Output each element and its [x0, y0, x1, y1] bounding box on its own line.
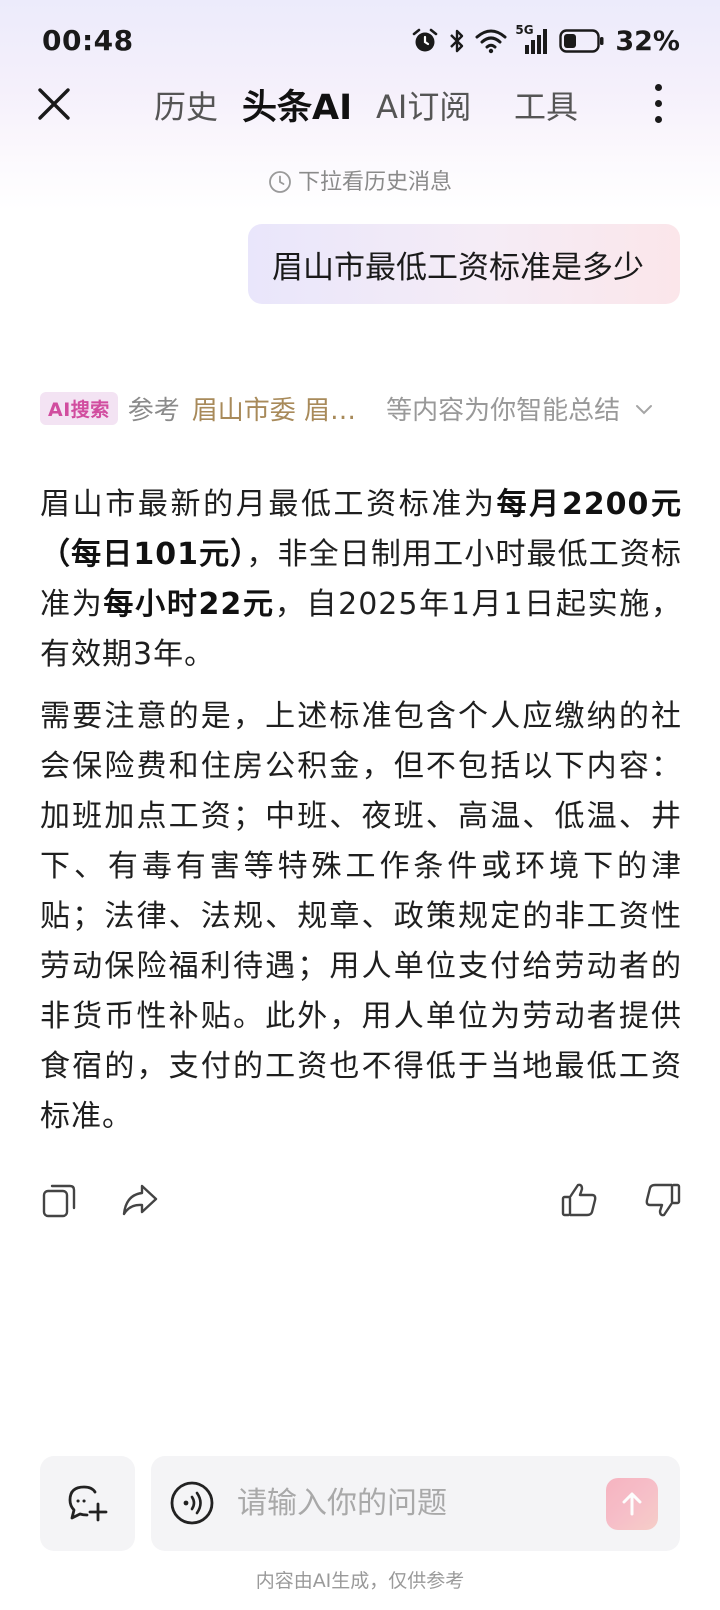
arrow-up-icon: [622, 1492, 642, 1516]
share-icon: [122, 1184, 158, 1216]
close-icon: [38, 88, 70, 120]
copy-button[interactable]: [40, 1180, 80, 1220]
close-button[interactable]: [34, 84, 74, 124]
voice-input-button[interactable]: [169, 1480, 215, 1526]
new-chat-button[interactable]: [40, 1456, 135, 1551]
share-button[interactable]: [120, 1180, 160, 1220]
source-ref-label: 参考: [127, 395, 180, 426]
more-vertical-icon: [648, 84, 668, 123]
answer-actions: [40, 1180, 682, 1224]
ai-search-badge: AI搜索: [40, 391, 118, 425]
dislike-button[interactable]: [642, 1180, 682, 1220]
question-input-box: [151, 1456, 680, 1551]
voice-icon: [170, 1481, 214, 1525]
clock-icon: [268, 170, 292, 200]
source-tail: 等内容为你智能总结: [386, 395, 621, 426]
battery-level: 32%: [615, 25, 680, 57]
send-button[interactable]: [606, 1478, 658, 1530]
more-menu-button[interactable]: [648, 80, 668, 128]
source-names: 眉山市委 眉…: [191, 395, 357, 426]
battery-icon: [559, 28, 605, 54]
pull-history-hint[interactable]: 下拉看历史消息: [0, 164, 720, 200]
wifi-icon: [475, 28, 507, 54]
source-summary[interactable]: AI搜索 参考 眉山市委 眉… 等内容为你智能总结: [40, 388, 680, 428]
answer-paragraph-2: 需要注意的是，上述标准包含个人应缴纳的社会保险费和住房公积金，但不包括以下内容：…: [40, 699, 682, 1134]
tab-tools[interactable]: 工具: [514, 82, 578, 128]
answer-text: 眉山市最新的月最低工资标准为: [40, 487, 497, 522]
history-hint-text: 下拉看历史消息: [297, 170, 452, 195]
question-input[interactable]: [237, 1476, 567, 1531]
like-button[interactable]: [560, 1180, 600, 1220]
tab-history[interactable]: 历史: [154, 82, 218, 128]
page: 00:48 5G 32% 历史 头条AI AI订阅 工具 下拉看历史消息 眉山市…: [0, 0, 720, 1610]
thumbs-up-icon: [561, 1183, 597, 1217]
signal-5g-icon: 5G: [515, 23, 551, 56]
new-chat-icon: [68, 1485, 107, 1521]
tab-ai-subscribe[interactable]: AI订阅: [376, 82, 471, 128]
answer-highlight-hourly: 每小时22元: [103, 587, 275, 622]
user-message-text: 眉山市最低工资标准是多少: [272, 249, 644, 286]
status-bar: 00:48 5G 32%: [0, 0, 720, 84]
thumbs-down-icon: [645, 1183, 681, 1217]
top-nav: 历史 头条AI AI订阅 工具: [0, 74, 720, 134]
copy-icon: [42, 1184, 76, 1218]
user-message-bubble: 眉山市最低工资标准是多少: [248, 224, 680, 304]
status-icons: 5G 32%: [411, 23, 680, 58]
status-time: 00:48: [42, 24, 134, 57]
alarm-icon: [411, 27, 439, 55]
ai-answer: 眉山市最新的月最低工资标准为每月2200元（每日101元），非全日制用工小时最低…: [40, 480, 682, 1154]
tab-toutiao-ai[interactable]: 头条AI: [242, 79, 352, 130]
ai-disclaimer: 内容由AI生成，仅供参考: [255, 1570, 465, 1592]
bluetooth-icon: [447, 27, 467, 55]
answer-paragraph-1: 眉山市最新的月最低工资标准为每月2200元（每日101元），非全日制用工小时最低…: [40, 480, 682, 680]
chevron-down-icon: [634, 393, 654, 423]
